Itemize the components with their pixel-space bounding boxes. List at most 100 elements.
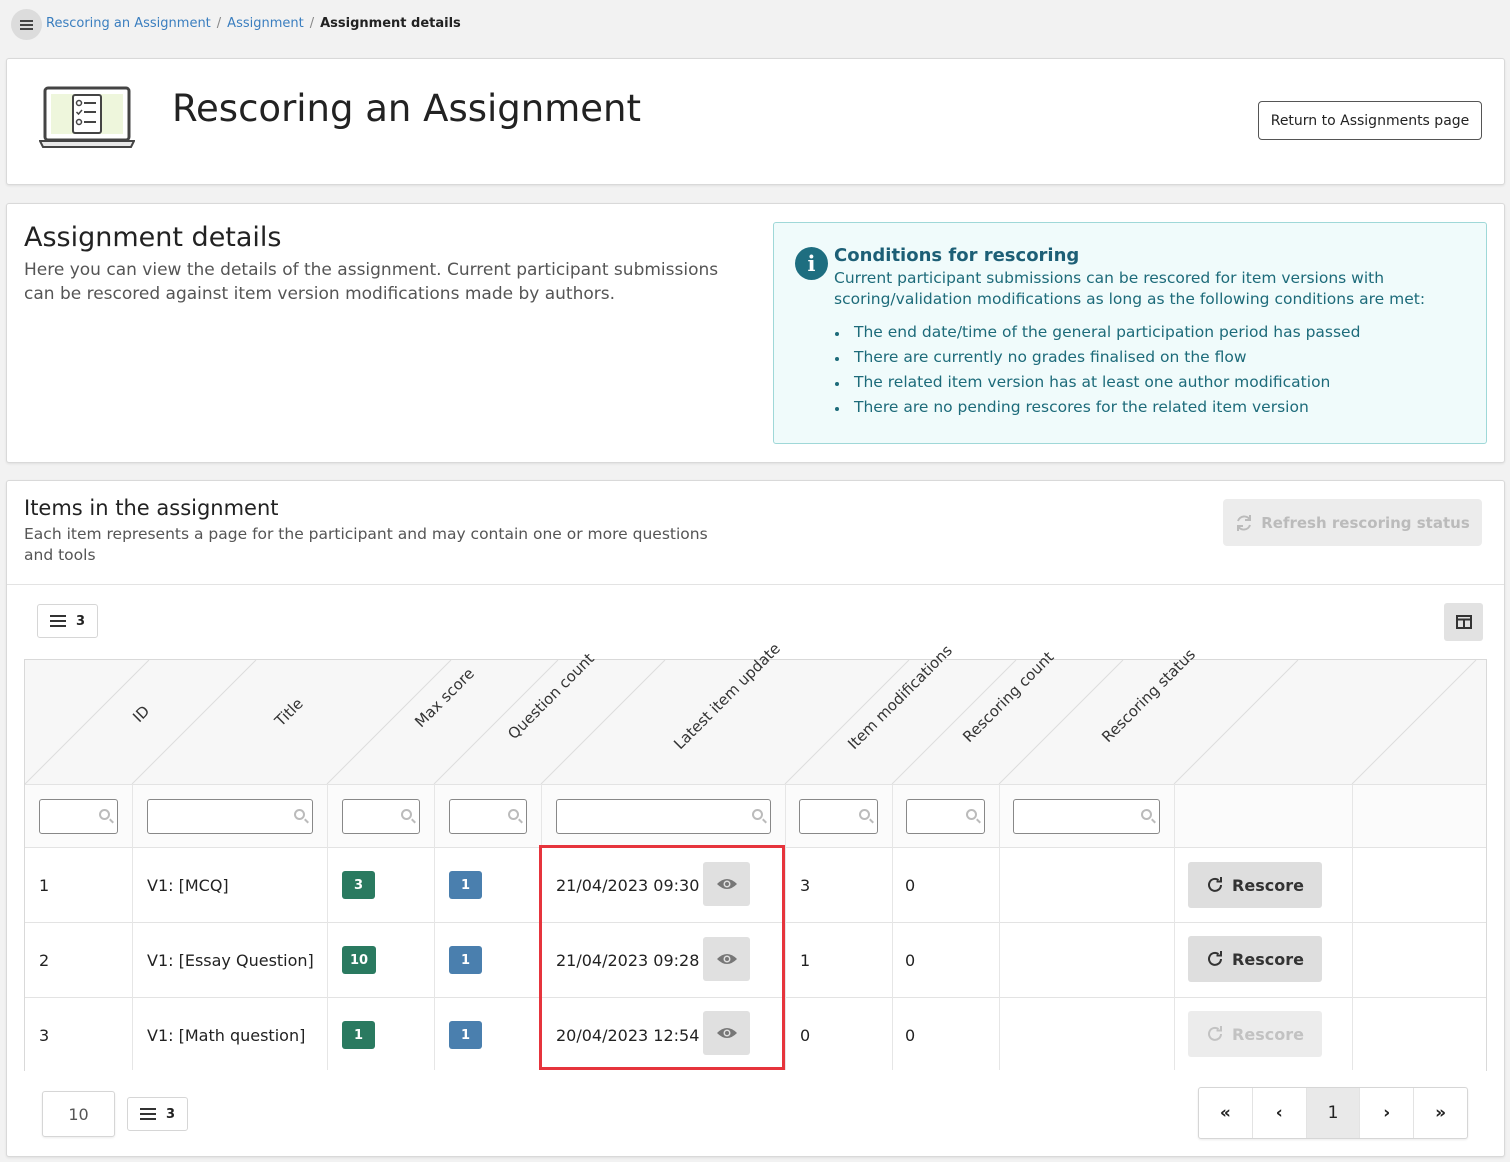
filter-rescoring-status-input[interactable] xyxy=(1013,799,1160,834)
column-divider xyxy=(434,784,435,1070)
row-count-indicator[interactable]: 3 xyxy=(37,604,98,638)
conditions-description: Current participant submissions can be r… xyxy=(834,269,1426,308)
max-score-badge: 1 xyxy=(342,1021,375,1049)
column-divider xyxy=(1174,784,1175,1070)
redo-icon xyxy=(1208,1026,1223,1041)
hamburger-menu-icon[interactable] xyxy=(11,9,42,40)
condition-item: There are currently no grades finalised … xyxy=(834,348,1360,373)
filter-question-count-input[interactable] xyxy=(449,799,527,834)
eye-icon xyxy=(716,879,737,889)
section-title: Items in the assignment xyxy=(24,496,279,520)
filter-title-input[interactable] xyxy=(147,799,313,834)
last-page-button[interactable]: » xyxy=(1414,1088,1467,1138)
column-divider xyxy=(999,784,1000,1070)
cell-id: 3 xyxy=(39,1025,50,1045)
cell-id: 2 xyxy=(39,950,50,970)
conditions-title: Conditions for rescoring xyxy=(834,245,1080,266)
return-to-assignments-button[interactable]: Return to Assignments page xyxy=(1258,101,1482,140)
column-divider xyxy=(541,784,542,1070)
page-size-selector[interactable]: 10 xyxy=(42,1091,115,1137)
next-page-button[interactable]: › xyxy=(1360,1088,1415,1138)
laptop-checklist-icon xyxy=(39,86,135,148)
condition-item: The related item version has at least on… xyxy=(834,373,1360,398)
cell-title: V1: [Essay Question] xyxy=(147,950,314,970)
assignment-details-card: Assignment details Here you can view the… xyxy=(6,203,1505,463)
cell-latest-update: 20/04/2023 12:54 xyxy=(556,1025,700,1045)
search-icon xyxy=(401,809,412,820)
column-toggle-button[interactable] xyxy=(1444,603,1483,641)
items-card: Items in the assignment Each item repres… xyxy=(6,480,1505,1157)
refresh-rescoring-status-button[interactable]: Refresh rescoring status xyxy=(1223,499,1482,546)
cell-title: V1: [MCQ] xyxy=(147,875,229,895)
view-item-button[interactable] xyxy=(703,862,750,906)
question-count-badge: 1 xyxy=(449,946,482,974)
cell-modifications: 1 xyxy=(800,950,811,970)
breadcrumb-separator: / xyxy=(309,16,315,31)
table-row: 2 V1: [Essay Question] 10 1 21/04/2023 0… xyxy=(25,922,1486,997)
rescore-label: Rescore xyxy=(1232,1024,1304,1044)
search-icon xyxy=(752,809,763,820)
footer-row-count[interactable]: 3 xyxy=(127,1097,188,1131)
columns-icon xyxy=(1455,615,1472,629)
table-header: ID Title Max score Question count Latest… xyxy=(25,639,1486,784)
eye-icon xyxy=(716,1028,737,1038)
search-icon xyxy=(1141,809,1152,820)
cell-modifications: 3 xyxy=(800,875,811,895)
column-divider xyxy=(785,784,786,1070)
items-table: ID Title Max score Question count Latest… xyxy=(24,639,1487,1072)
divider xyxy=(7,584,1504,585)
view-item-button[interactable] xyxy=(703,937,750,981)
condition-item: There are no pending rescores for the re… xyxy=(834,398,1360,423)
question-count-badge: 1 xyxy=(449,871,482,899)
max-score-badge: 3 xyxy=(342,871,375,899)
search-icon xyxy=(294,809,305,820)
search-icon xyxy=(508,809,519,820)
prev-page-button[interactable]: ‹ xyxy=(1253,1088,1307,1138)
section-subtitle: Each item represents a page for the part… xyxy=(24,525,708,564)
list-icon xyxy=(49,615,66,627)
section-description: Here you can view the details of the ass… xyxy=(24,260,719,304)
filter-id-input[interactable] xyxy=(39,799,118,834)
page-header-card: Rescoring an Assignment Return to Assign… xyxy=(6,58,1505,185)
filter-rescoring-count-input[interactable] xyxy=(906,799,985,834)
condition-item: The end date/time of the general partici… xyxy=(834,323,1360,348)
breadcrumb-link-assignment[interactable]: Assignment xyxy=(227,16,304,31)
row-count: 3 xyxy=(75,613,86,629)
column-divider xyxy=(132,784,133,1070)
pagination: « ‹ 1 › » xyxy=(1198,1087,1468,1139)
view-item-button[interactable] xyxy=(703,1011,750,1055)
rescore-label: Rescore xyxy=(1232,949,1304,969)
filter-latest-update-input[interactable] xyxy=(556,799,771,834)
breadcrumb: Rescoring an Assignment / Assignment / A… xyxy=(46,16,461,31)
search-icon xyxy=(966,809,977,820)
top-bar: Rescoring an Assignment / Assignment / A… xyxy=(0,0,1510,50)
breadcrumb-separator: / xyxy=(216,16,222,31)
column-divider xyxy=(892,784,893,1070)
eye-icon xyxy=(716,954,737,964)
list-icon xyxy=(139,1108,156,1120)
search-icon xyxy=(859,809,870,820)
column-divider xyxy=(1352,784,1353,1070)
filter-modifications-input[interactable] xyxy=(799,799,878,834)
breadcrumb-link-rescoring[interactable]: Rescoring an Assignment xyxy=(46,16,211,31)
current-page-button[interactable]: 1 xyxy=(1306,1088,1361,1138)
rescore-button[interactable]: Rescore xyxy=(1188,936,1322,982)
search-icon xyxy=(99,809,110,820)
question-count-badge: 1 xyxy=(449,1021,482,1049)
table-row: 1 V1: [MCQ] 3 1 21/04/2023 09:30 3 0 Res… xyxy=(25,847,1486,922)
cell-id: 1 xyxy=(39,875,50,895)
first-page-button[interactable]: « xyxy=(1199,1088,1253,1138)
filter-row xyxy=(25,784,1486,847)
info-icon: i xyxy=(795,247,828,280)
breadcrumb-current: Assignment details xyxy=(320,16,461,31)
rescore-button[interactable]: Rescore xyxy=(1188,862,1322,908)
cell-modifications: 0 xyxy=(800,1025,811,1045)
max-score-badge: 10 xyxy=(342,946,377,974)
redo-icon xyxy=(1208,877,1223,892)
rescore-label: Rescore xyxy=(1232,875,1304,895)
filter-max-score-input[interactable] xyxy=(342,799,420,834)
cell-rescoring-count: 0 xyxy=(905,875,916,895)
cell-latest-update: 21/04/2023 09:28 xyxy=(556,950,700,970)
cell-latest-update: 21/04/2023 09:30 xyxy=(556,875,700,895)
cell-rescoring-count: 0 xyxy=(905,950,916,970)
